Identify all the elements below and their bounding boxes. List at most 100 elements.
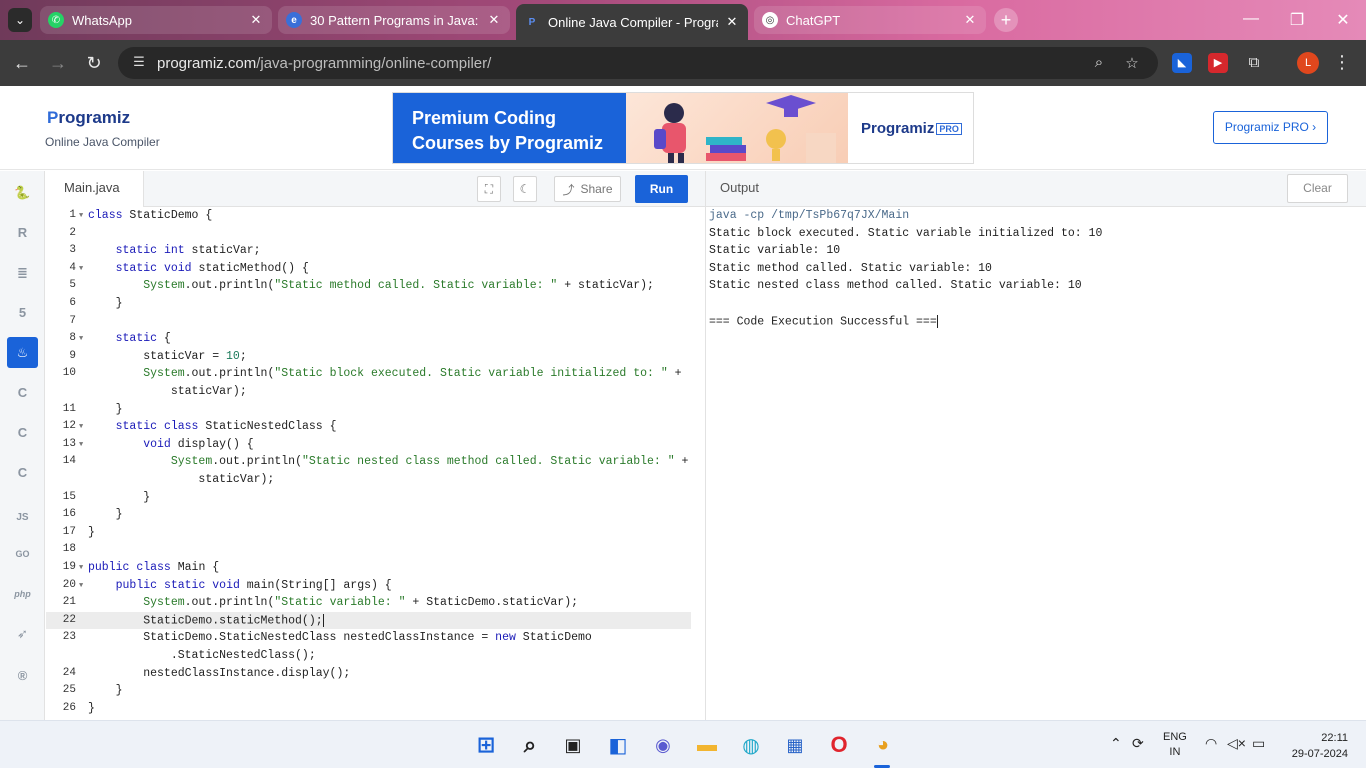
code-line: static int staticVar; (115, 244, 261, 257)
go-icon[interactable]: GO (7, 538, 38, 569)
line-number: 18 (62, 543, 76, 555)
code-line: System.out.println("Static variable: " +… (143, 596, 579, 609)
file-tab-main-java[interactable]: Main.java (46, 171, 144, 207)
store-icon[interactable]: ▦ (780, 730, 810, 760)
minimize-icon[interactable]: — (1241, 10, 1261, 28)
tab-whatsapp[interactable]: ✆ WhatsApp ✕ (40, 6, 272, 34)
zoom-icon[interactable]: ⌕ (1090, 54, 1108, 72)
extensions-puzzle-icon[interactable]: ⧉ (1244, 53, 1264, 73)
back-arrow-icon[interactable]: ← (11, 52, 33, 74)
code-line: staticVar = 10; (88, 350, 247, 363)
html-icon[interactable]: 5 (7, 297, 38, 328)
fold-arrow-icon[interactable]: ▼ (79, 265, 83, 273)
clock-date: 29-07-2024 (1291, 748, 1348, 760)
chevron-up-icon[interactable]: ⌃ (1110, 735, 1122, 752)
php-icon[interactable]: php (7, 578, 38, 609)
line-number: 12 (62, 420, 76, 432)
c-icon[interactable]: C (7, 377, 38, 408)
fold-arrow-icon[interactable]: ▼ (79, 335, 83, 343)
browser-toolbar: ← → ↻ ☰ programiz.com/java-programming/o… (0, 40, 1366, 86)
battery-icon[interactable]: ▭ (1252, 735, 1265, 752)
region-code: IN (1169, 746, 1181, 758)
cpp-icon[interactable]: C (7, 417, 38, 448)
fold-arrow-icon[interactable]: ▼ (79, 582, 83, 590)
windows-start-icon[interactable]: ⊞ (471, 730, 501, 760)
fold-arrow-icon[interactable]: ▼ (79, 441, 83, 449)
share-button[interactable]: ⤴ Share (554, 176, 621, 202)
widgets-icon[interactable]: ◧ (603, 730, 633, 760)
chat-icon[interactable]: ◉ (648, 730, 678, 760)
edge-icon[interactable]: ◍ (736, 730, 766, 760)
r-icon[interactable]: R (7, 217, 38, 248)
tab-search-chevron-icon[interactable]: ⌄ (8, 8, 32, 32)
tab-chatgpt[interactable]: ◎ ChatGPT ✕ (754, 6, 986, 34)
editor-header: Main.java ⛶ ☾ ⤴ Share Run (46, 171, 705, 207)
whatsapp-icon: ✆ (48, 12, 64, 28)
search-icon[interactable]: ⌕ (515, 730, 545, 760)
opera-icon[interactable]: O (824, 730, 854, 760)
java-icon[interactable]: ♨ (7, 337, 38, 368)
logo-p: P (47, 108, 59, 127)
window-close-icon[interactable]: ✕ (1333, 10, 1353, 30)
edureka-icon: e (286, 12, 302, 28)
profile-avatar[interactable]: L (1297, 52, 1319, 74)
code-editor[interactable]: 1 ▼ 2 3 4 ▼ 5 6 7 8 ▼ 9 10 11 12 ▼ 13 ▼ 14 15… (46, 207, 705, 720)
close-icon[interactable]: ✕ (486, 12, 502, 28)
bookmark-star-icon[interactable]: ☆ (1123, 54, 1141, 72)
output-console[interactable]: java -cp /tmp/TsPb67q7JX/Main Static blo… (706, 207, 1366, 720)
extension-icon[interactable]: ◣ (1172, 53, 1192, 73)
site-info-icon[interactable]: ☰ (130, 54, 148, 72)
close-icon[interactable]: ✕ (724, 14, 740, 30)
csharp-icon[interactable]: C (7, 457, 38, 488)
forward-arrow-icon[interactable]: → (47, 52, 69, 74)
line-number: 4 (69, 262, 76, 274)
ad-line-1: Premium Coding (412, 108, 557, 128)
browser-menu-icon[interactable]: ⋮ (1333, 52, 1351, 73)
url-text[interactable]: programiz.com/java-programming/online-co… (157, 55, 491, 72)
code-line: } (88, 508, 123, 521)
python-icon[interactable]: 🐍 (7, 177, 38, 208)
file-explorer-icon[interactable]: ▬ (692, 730, 722, 760)
close-icon[interactable]: ✕ (962, 12, 978, 28)
line-number: 3 (69, 244, 76, 256)
ad-banner[interactable]: Premium Coding Courses by Programiz Prog… (392, 92, 974, 164)
tab-pattern-programs[interactable]: e 30 Pattern Programs in Java: Sta ✕ (278, 6, 510, 34)
fullscreen-icon[interactable]: ⛶ (477, 176, 501, 202)
code-line: void display() { (143, 438, 254, 451)
chrome-icon[interactable]: ◕ (868, 730, 898, 760)
javascript-icon[interactable]: JS (7, 502, 38, 533)
sql-database-icon[interactable]: ≣ (7, 257, 38, 288)
rust-icon[interactable]: ® (7, 660, 38, 691)
line-number: 21 (62, 596, 76, 608)
output-line: Static method called. Static variable: 1… (709, 262, 992, 275)
swift-icon[interactable]: ➶ (7, 618, 38, 649)
fold-arrow-icon[interactable]: ▼ (79, 423, 83, 431)
restore-icon[interactable]: ❐ (1287, 10, 1307, 30)
line-number-gutter: 1 ▼ 2 3 4 ▼ 5 6 7 8 ▼ 9 10 11 12 ▼ 13 ▼ 14 15… (46, 207, 88, 720)
ad-pro-logo: Programiz PRO (848, 93, 973, 163)
tab-online-java-compiler[interactable]: P Online Java Compiler - Program ✕ (516, 4, 748, 40)
extension-icon[interactable]: ▶ (1208, 53, 1228, 73)
line-number: 9 (69, 350, 76, 362)
browser-tab-strip: ⌄ ✆ WhatsApp ✕ e 30 Pattern Programs in … (0, 0, 1366, 40)
clear-button[interactable]: Clear (1287, 174, 1348, 203)
speaker-muted-icon[interactable]: ◁× (1227, 735, 1246, 752)
reload-icon[interactable]: ↻ (83, 52, 105, 74)
address-bar[interactable]: ☰ programiz.com/java-programming/online-… (118, 47, 1158, 79)
dark-mode-moon-icon[interactable]: ☾ (513, 176, 537, 202)
fold-arrow-icon[interactable]: ▼ (79, 212, 83, 220)
programiz-logo[interactable]: Programiz (47, 108, 130, 128)
programiz-pro-button[interactable]: Programiz PRO › (1213, 111, 1328, 144)
line-number: 8 (69, 332, 76, 344)
task-view-icon[interactable]: ▣ (558, 730, 588, 760)
new-tab-plus-icon[interactable]: + (994, 8, 1018, 32)
tab-label: WhatsApp (72, 12, 132, 28)
system-clock[interactable]: 22:11 29-07-2024 (1284, 730, 1348, 762)
wifi-icon[interactable]: ◠ (1205, 735, 1217, 752)
close-icon[interactable]: ✕ (248, 12, 264, 28)
fold-arrow-icon[interactable]: ▼ (79, 564, 83, 572)
input-language-indicator[interactable]: ENG IN (1163, 730, 1187, 760)
run-button[interactable]: Run (635, 175, 688, 203)
code-line: } (88, 702, 95, 715)
sync-icon[interactable]: ⟳ (1132, 735, 1144, 752)
